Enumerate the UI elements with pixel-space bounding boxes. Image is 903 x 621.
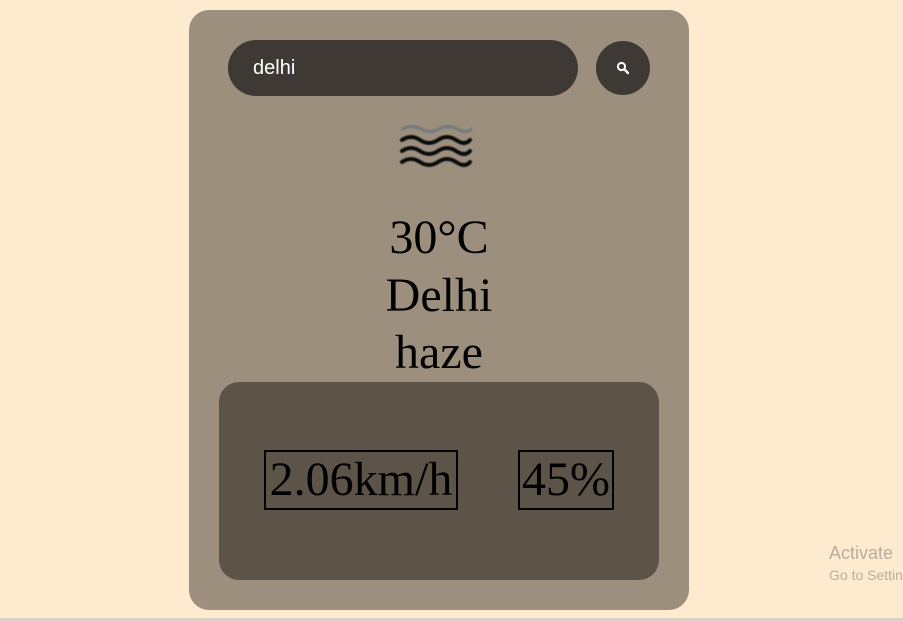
watermark-subtitle: Go to Settings xyxy=(829,567,903,583)
humidity-value: 45% xyxy=(518,450,614,510)
weather-description-text: haze xyxy=(395,326,483,379)
weather-card: 30°C Delhi haze 2.06km/h 45% xyxy=(189,10,689,610)
city-search-input[interactable] xyxy=(228,40,578,96)
wind-speed-value: 2.06km/h xyxy=(264,450,458,510)
haze-icon xyxy=(400,124,473,167)
watermark-title: Activate xyxy=(829,543,894,563)
activate-windows-watermark: Activate Go to Settings xyxy=(829,541,903,585)
weather-details-panel: 2.06km/h 45% xyxy=(219,382,659,580)
temperature-text: 30°C xyxy=(389,211,489,264)
search-icon xyxy=(616,61,630,75)
city-name-text: Delhi xyxy=(385,269,493,322)
search-button[interactable] xyxy=(596,41,650,95)
